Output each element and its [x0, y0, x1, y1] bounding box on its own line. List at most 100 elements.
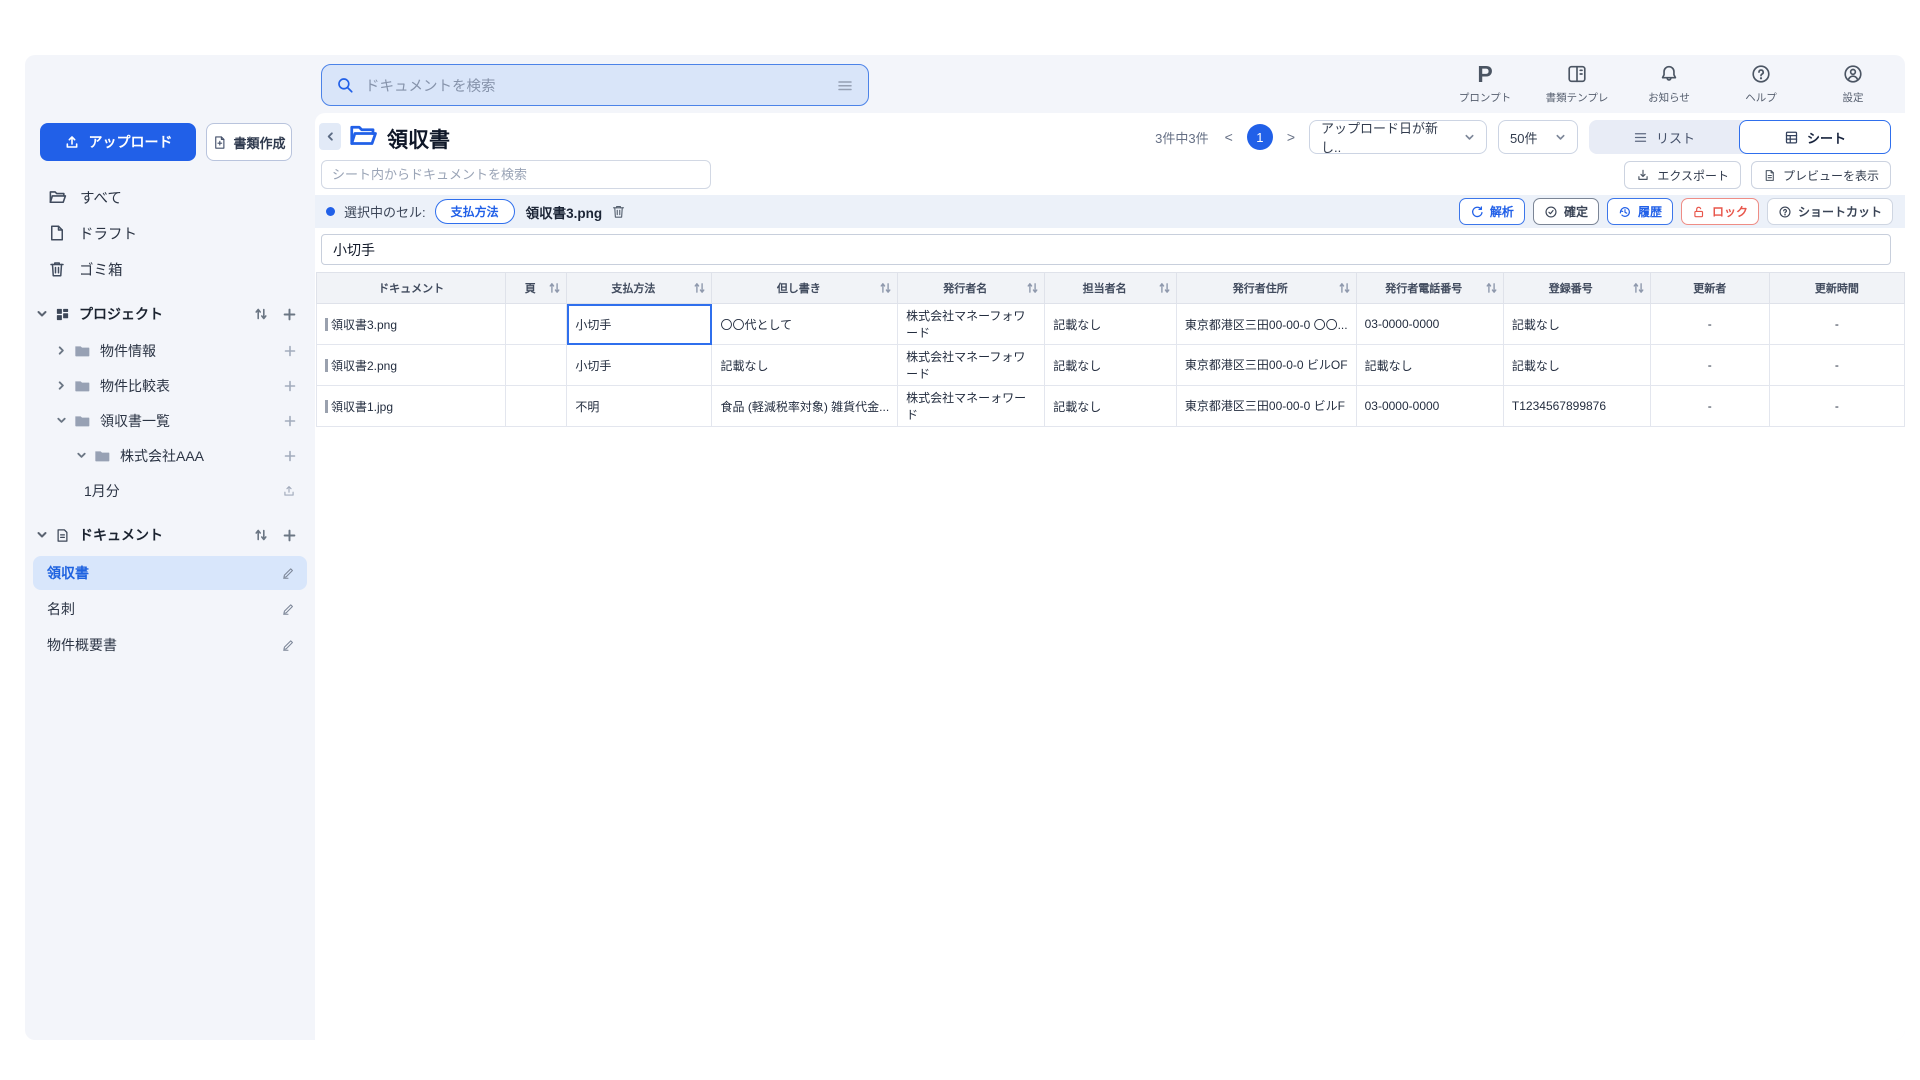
lock-button[interactable]: ロック — [1681, 198, 1759, 225]
add-document-icon[interactable] — [283, 528, 296, 542]
confirm-button[interactable]: 確定 — [1533, 198, 1599, 225]
page-size-dropdown[interactable]: 50件 — [1498, 120, 1578, 154]
project-item-ichigatsubun[interactable]: 1月分 — [25, 473, 315, 508]
sort-icon[interactable] — [254, 528, 268, 542]
cell-document[interactable]: 領収書1.jpg — [317, 386, 506, 427]
project-item-bukken-hikaku[interactable]: 物件比較表 — [25, 368, 315, 403]
col-updated-by[interactable]: 更新者 — [1650, 273, 1769, 304]
upload-to-folder-icon[interactable] — [282, 484, 296, 498]
document-item-meishi[interactable]: 名刺 — [33, 592, 307, 626]
cell-registration-number[interactable]: 記載なし — [1503, 345, 1650, 386]
sort-icon[interactable] — [1338, 282, 1351, 295]
cell-registration-number[interactable]: 記載なし — [1503, 304, 1650, 345]
cell-contact-name[interactable]: 記載なし — [1045, 345, 1177, 386]
settings-button[interactable]: 設定 — [1815, 62, 1891, 105]
cell-page[interactable] — [506, 386, 567, 427]
cell-updated-at[interactable]: - — [1769, 304, 1904, 345]
cell-issuer-name[interactable]: 株式会社マネーォワード — [898, 386, 1045, 427]
cell-page[interactable] — [506, 345, 567, 386]
cell-value-input[interactable] — [321, 234, 1891, 265]
cell-issuer-phone[interactable]: 記載なし — [1356, 345, 1503, 386]
add-subfolder-icon[interactable] — [284, 450, 296, 462]
cell-payment-method[interactable]: 小切手 — [567, 345, 712, 386]
cell-document[interactable]: 領収書3.png — [317, 304, 506, 345]
cell-issuer-phone[interactable]: 03-0000-0000 — [1356, 304, 1503, 345]
cell-registration-number[interactable]: T1234567899876 — [1503, 386, 1650, 427]
cell-description[interactable]: 〇〇代として — [712, 304, 898, 345]
document-item-bukken-gaiyosho[interactable]: 物件概要書 — [33, 628, 307, 662]
col-issuer-name[interactable]: 発行者名 — [898, 273, 1045, 304]
doc-template-button[interactable]: 書類テンプレ — [1539, 62, 1615, 105]
cell-updated-at[interactable]: - — [1769, 345, 1904, 386]
sort-icon[interactable] — [254, 307, 268, 321]
add-subfolder-icon[interactable] — [284, 380, 296, 392]
cell-description[interactable]: 食品 (軽減税率対象) 雑貨代金... — [712, 386, 898, 427]
edit-pencil-icon[interactable] — [281, 602, 295, 616]
col-payment-method[interactable]: 支払方法 — [567, 273, 712, 304]
view-toggle-sheet[interactable]: シート — [1739, 120, 1891, 154]
create-document-button[interactable]: 書類作成 — [206, 123, 292, 161]
history-button[interactable]: 履歴 — [1607, 198, 1673, 225]
sort-icon[interactable] — [1485, 282, 1498, 295]
documents-section-header[interactable]: ドキュメント — [25, 516, 315, 554]
col-registration-number[interactable]: 登録番号 — [1503, 273, 1650, 304]
cell-issuer-name[interactable]: 株式会社マネーフォワード — [898, 345, 1045, 386]
sidebar-item-trash[interactable]: ゴミ箱 — [25, 251, 315, 287]
sort-icon[interactable] — [548, 282, 561, 295]
cell-description[interactable]: 記載なし — [712, 345, 898, 386]
global-search-input[interactable]: ドキュメントを検索 — [321, 64, 869, 106]
sort-icon[interactable] — [879, 282, 892, 295]
delete-cell-icon[interactable] — [611, 204, 626, 219]
col-document[interactable]: ドキュメント — [317, 273, 506, 304]
cell-document[interactable]: 領収書2.png — [317, 345, 506, 386]
add-project-icon[interactable] — [283, 307, 296, 321]
cell-updated-by[interactable]: - — [1650, 345, 1769, 386]
sort-order-dropdown[interactable]: アップロード日が新し.. — [1309, 120, 1487, 154]
sort-icon[interactable] — [1632, 282, 1645, 295]
export-button[interactable]: エクスポート — [1624, 161, 1741, 189]
sort-icon[interactable] — [1026, 282, 1039, 295]
cell-issuer-phone[interactable]: 03-0000-0000 — [1356, 386, 1503, 427]
col-issuer-address[interactable]: 発行者住所 — [1176, 273, 1356, 304]
filter-lines-icon[interactable] — [836, 76, 854, 94]
upload-button[interactable]: アップロード — [40, 123, 196, 161]
col-contact-name[interactable]: 担当者名 — [1045, 273, 1177, 304]
edit-pencil-icon[interactable] — [281, 566, 295, 580]
cell-payment-method[interactable]: 不明 — [567, 386, 712, 427]
col-description[interactable]: 但し書き — [712, 273, 898, 304]
col-updated-at[interactable]: 更新時間 — [1769, 273, 1904, 304]
cell-contact-name[interactable]: 記載なし — [1045, 386, 1177, 427]
sidebar-item-draft[interactable]: ドラフト — [25, 215, 315, 251]
cell-contact-name[interactable]: 記載なし — [1045, 304, 1177, 345]
cell-issuer-address[interactable]: 東京都港区三田00-00-0 〇〇... — [1176, 304, 1356, 345]
show-preview-button[interactable]: プレビューを表示 — [1751, 161, 1891, 189]
back-button[interactable] — [319, 123, 341, 150]
project-item-bukken-joho[interactable]: 物件情報 — [25, 333, 315, 368]
col-issuer-phone[interactable]: 発行者電話番号 — [1356, 273, 1503, 304]
cell-updated-by[interactable]: - — [1650, 304, 1769, 345]
project-item-ryoshusho-ichiran[interactable]: 領収書一覧 — [25, 403, 315, 438]
cell-updated-at[interactable]: - — [1769, 386, 1904, 427]
sort-icon[interactable] — [1158, 282, 1171, 295]
projects-section-header[interactable]: プロジェクト — [25, 295, 315, 333]
help-button[interactable]: ヘルプ — [1723, 62, 1799, 105]
cell-payment-method-selected[interactable]: 小切手 — [567, 304, 712, 345]
cell-issuer-name[interactable]: 株式会社マネーフォワード — [898, 304, 1045, 345]
col-page[interactable]: 頁 — [506, 273, 567, 304]
shortcut-button[interactable]: ショートカット — [1767, 198, 1893, 225]
prev-page-button[interactable]: < — [1222, 129, 1236, 145]
notifications-button[interactable]: お知らせ — [1631, 62, 1707, 105]
view-toggle-list[interactable]: リスト — [1589, 120, 1739, 154]
sidebar-item-all[interactable]: すべて — [25, 179, 315, 215]
current-page-badge[interactable]: 1 — [1247, 124, 1273, 150]
next-page-button[interactable]: > — [1284, 129, 1298, 145]
add-subfolder-icon[interactable] — [284, 345, 296, 357]
sort-icon[interactable] — [693, 282, 706, 295]
sheet-search-input[interactable] — [321, 160, 711, 189]
add-subfolder-icon[interactable] — [284, 415, 296, 427]
cell-updated-by[interactable]: - — [1650, 386, 1769, 427]
prompt-button[interactable]: P プロンプト — [1447, 62, 1523, 105]
project-item-kabushiki-aaa[interactable]: 株式会社AAA — [25, 438, 315, 473]
cell-issuer-address[interactable]: 東京都港区三田00-0-0 ビルOF — [1176, 345, 1356, 386]
edit-pencil-icon[interactable] — [281, 638, 295, 652]
